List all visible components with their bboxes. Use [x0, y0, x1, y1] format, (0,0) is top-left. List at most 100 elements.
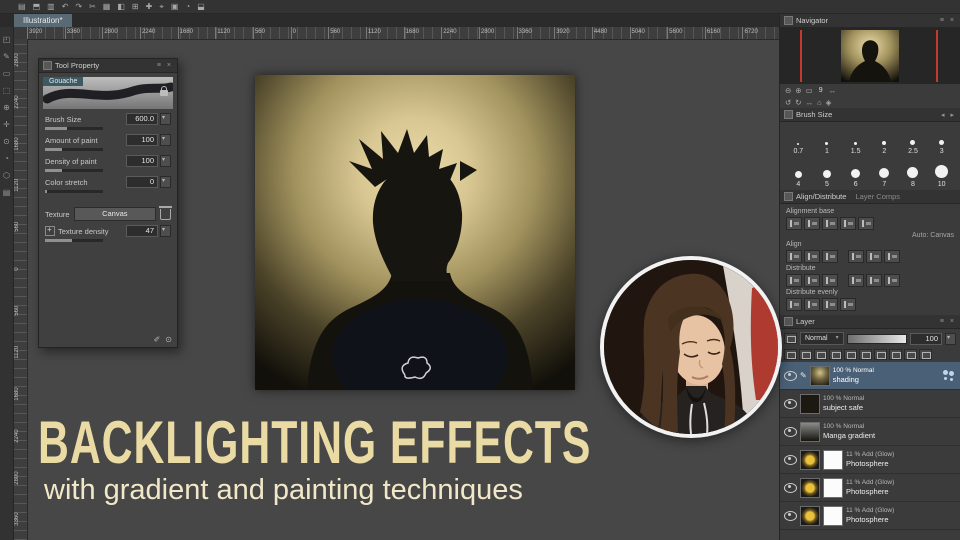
spinner-button[interactable]	[160, 225, 171, 237]
color-stretch-value[interactable]: 0	[126, 176, 158, 188]
align-button[interactable]	[804, 250, 820, 263]
footer-icon[interactable]: ⊙	[165, 335, 172, 344]
layer-tool-icon[interactable]	[919, 349, 932, 360]
visibility-eye-icon[interactable]	[784, 398, 797, 409]
layer-tool-icon[interactable]	[829, 349, 842, 360]
rotate-icon[interactable]: ↺	[785, 98, 791, 107]
new-layer-icon[interactable]	[784, 349, 797, 360]
layer-panel-header[interactable]: Layer ≡ ×	[780, 315, 960, 329]
toolbar-icon[interactable]: ◔	[185, 2, 190, 11]
brush-stroke-preview[interactable]: Gouache	[43, 77, 173, 109]
navigator-header[interactable]: Navigator ≡ ×	[780, 14, 960, 28]
distribute-button[interactable]	[848, 274, 864, 287]
zoom-in-icon[interactable]: ⊕	[795, 86, 801, 95]
fit-icon[interactable]: ▭	[806, 86, 813, 95]
visibility-eye-icon[interactable]	[784, 426, 797, 437]
spinner-button[interactable]	[160, 134, 171, 146]
brush-preset[interactable]: 6	[841, 158, 870, 188]
new-folder-icon[interactable]	[799, 349, 812, 360]
toolbar-icon[interactable]: ↶	[62, 2, 69, 11]
layer-name[interactable]: Photosphere	[846, 515, 894, 524]
layer-thumbnail[interactable]	[800, 393, 820, 414]
layer-row-manga-gradient[interactable]: 100 % Normal Manga gradient	[780, 418, 960, 446]
layer-thumbnail[interactable]	[800, 421, 820, 442]
canvas-artwork[interactable]	[255, 75, 575, 390]
align-base-button[interactable]	[822, 217, 838, 230]
panel-header-controls[interactable]: ≡ ×	[940, 17, 956, 24]
brush-preset[interactable]: 1	[813, 125, 842, 155]
visibility-eye-icon[interactable]	[784, 454, 797, 465]
expand-icon[interactable]: ↔	[829, 86, 837, 95]
brush-size-value[interactable]: 600.0	[126, 113, 158, 125]
layer-filter-icon[interactable]	[784, 333, 797, 344]
visibility-eye-icon[interactable]	[784, 510, 797, 521]
layer-row-photosphere-1[interactable]: 11 % Add (Glow) Photosphere	[780, 446, 960, 474]
footer-icon[interactable]: ✐	[154, 335, 161, 344]
spinner-button[interactable]	[160, 113, 171, 125]
rotate-icon[interactable]: ↻	[795, 98, 801, 107]
panel-header-controls[interactable]: ◂ ▸	[941, 111, 956, 119]
distribute-button[interactable]	[866, 274, 882, 287]
layer-name[interactable]: Photosphere	[846, 459, 894, 468]
brush-preset[interactable]: 10	[927, 158, 956, 188]
lock-icon[interactable]	[160, 86, 168, 96]
zoom-out-icon[interactable]: ⊖	[785, 86, 791, 95]
align-button[interactable]	[786, 250, 802, 263]
brush-preset[interactable]: 2	[870, 125, 899, 155]
layer-tool-icon[interactable]	[889, 349, 902, 360]
toolbar-icon[interactable]: ⌖	[159, 2, 164, 11]
layer-tool-icon[interactable]	[859, 349, 872, 360]
toolbar-icon[interactable]: ⊞	[132, 2, 139, 11]
panel-header-controls[interactable]: ≡ ×	[157, 62, 173, 69]
toolbar-icon[interactable]: ▥	[47, 2, 55, 11]
align-button[interactable]	[822, 250, 838, 263]
amount-slider[interactable]	[45, 148, 103, 151]
brush-preset[interactable]: 1.5	[841, 125, 870, 155]
rotate-icon[interactable]: ◈	[826, 98, 832, 107]
align-button[interactable]	[884, 250, 900, 263]
layer-row-subject-safe[interactable]: 100 % Normal subject safe	[780, 390, 960, 418]
layer-opacity-value[interactable]: 100	[910, 332, 942, 345]
document-tab[interactable]: Illustration*	[14, 14, 72, 27]
rotate-icon[interactable]: ↔	[806, 98, 814, 107]
tool-icon[interactable]: ✛	[3, 120, 10, 129]
align-button[interactable]	[866, 250, 882, 263]
brush-preset[interactable]: 0.7	[784, 125, 813, 155]
toolbar-icon[interactable]: ▦	[103, 2, 111, 11]
layer-name[interactable]: Manga gradient	[823, 431, 875, 440]
blend-mode-select[interactable]: Normal	[800, 332, 844, 345]
align-base-button[interactable]	[786, 217, 802, 230]
toolbar-icon[interactable]: ✂	[89, 2, 96, 11]
layer-name[interactable]: subject safe	[823, 403, 864, 412]
tool-icon[interactable]: ⊕	[3, 103, 10, 112]
brush-size-slider[interactable]	[45, 127, 103, 130]
toolbar-icon[interactable]: ⬒	[33, 2, 41, 11]
distribute-button[interactable]	[786, 274, 802, 287]
brush-preset[interactable]: 4	[784, 158, 813, 188]
texture-density-slider[interactable]	[45, 239, 103, 242]
layer-row-photosphere-3[interactable]: 11 % Add (Glow) Photosphere	[780, 502, 960, 530]
spinner-button[interactable]	[945, 332, 956, 345]
toolbar-icon[interactable]: ◧	[117, 2, 125, 11]
brush-preset[interactable]: 8	[899, 158, 928, 188]
tool-icon[interactable]: ⊙	[3, 137, 10, 146]
color-stretch-slider[interactable]	[45, 190, 103, 193]
toolbar-icon[interactable]: ▣	[171, 2, 179, 11]
distribute-button[interactable]	[804, 274, 820, 287]
brush-preset[interactable]: 7	[870, 158, 899, 188]
toolbar-icon[interactable]: ⬓	[197, 2, 205, 11]
layer-mask-thumbnail[interactable]	[823, 449, 843, 470]
spinner-button[interactable]	[160, 176, 171, 188]
layer-thumbnail[interactable]	[809, 365, 830, 386]
layer-thumbnail[interactable]	[800, 505, 820, 526]
density-value[interactable]: 100	[126, 155, 158, 167]
align-button[interactable]	[848, 250, 864, 263]
layer-mask-thumbnail[interactable]	[823, 477, 843, 498]
navigator-preview[interactable]	[780, 28, 960, 84]
align-base-button[interactable]	[858, 217, 874, 230]
panel-header-controls[interactable]: ≡ ×	[940, 318, 956, 325]
distribute-evenly-button[interactable]	[840, 298, 856, 311]
delete-layer-icon[interactable]	[904, 349, 917, 360]
tool-icon[interactable]: ✎	[3, 52, 10, 61]
toolbar-icon[interactable]: ↷	[75, 2, 82, 11]
